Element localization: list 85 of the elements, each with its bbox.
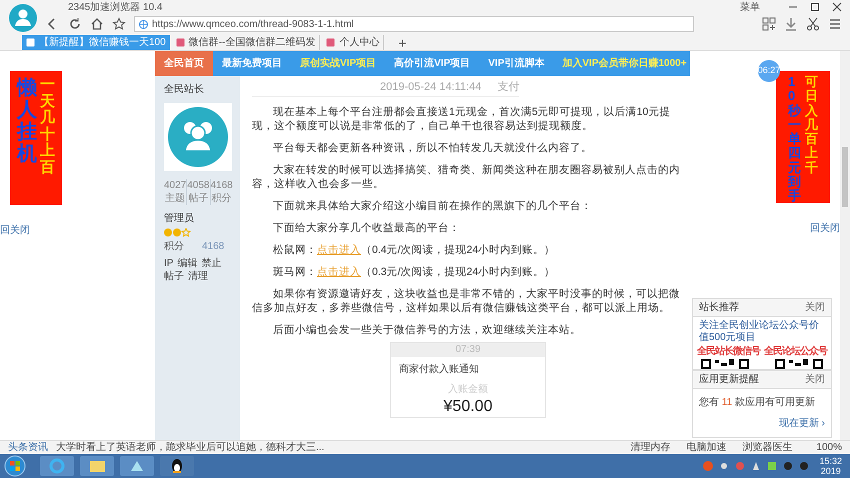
update-text: 您有 11 款应用有可用更新	[698, 396, 816, 410]
start-orb-icon	[4, 455, 26, 478]
page-icon	[176, 38, 185, 47]
browser-tab[interactable]: 【新提醒】微信赚钱一天100	[22, 35, 170, 50]
tray-app-icon	[767, 461, 778, 472]
stat-value: 4027	[164, 179, 186, 192]
status-tool[interactable]: 电脑加速	[686, 440, 726, 456]
widget-title: 应用更新提醒	[699, 372, 759, 388]
close-link[interactable]: 回关闭	[0, 223, 155, 238]
tray-app-icon	[735, 461, 746, 472]
browser-logo-icon	[8, 3, 38, 33]
widget-text: 关注全民创业论坛公众号价值500元项目	[698, 318, 820, 344]
address-bar[interactable]: https://www.qmceo.com/thread-9083-1-1.html	[134, 16, 694, 32]
ad-text: 一天几十上百	[40, 77, 55, 178]
folder-icon	[80, 456, 114, 476]
amount-value: ¥50.00	[444, 397, 492, 417]
user-group: 管理员	[164, 211, 231, 226]
admin-action-link[interactable]: 清理	[188, 270, 208, 283]
download-icon	[784, 17, 798, 31]
reload-icon	[68, 17, 82, 31]
tray-dot-icon	[719, 461, 730, 472]
close-link[interactable]: 关闭	[805, 372, 825, 388]
scissors-icon	[806, 17, 820, 31]
post-meta: 支付	[497, 80, 520, 94]
news-link[interactable]: 大学时看上了英语老师，跪求毕业后可以追她，德科才大三...	[56, 440, 324, 456]
nav-item[interactable]: 最新免费项目	[213, 51, 291, 76]
nav-item[interactable]: 高价引流VIP项目	[385, 51, 480, 76]
clock-badge: 06:27	[758, 60, 780, 82]
admin-action-link[interactable]: 禁止	[201, 257, 222, 270]
star-icon	[112, 17, 126, 31]
paragraph: 后面小编也会发一些关于微信养号的方法，欢迎继续关注本站。	[272, 323, 582, 337]
points-value: 4168	[202, 240, 224, 254]
paragraph: 斑马网：点击进入（0.3元/次阅读，提现24小时内到账。）	[272, 265, 556, 279]
app-grid-icon	[762, 17, 776, 31]
home-icon	[90, 17, 104, 31]
notification-title: 商家付款入账通知	[399, 363, 480, 377]
menu-button[interactable]: 菜单	[740, 0, 760, 14]
user-name: 全民站长	[164, 82, 205, 97]
paragraph: 现在基本上每个平台注册都会直接送1元现金，首次满5元即可提现，以后满10元提现，这个额度可以说是非常低的了，自己单干也很容易达到提现额度。	[252, 105, 672, 133]
admin-action-link[interactable]: 帖子	[164, 270, 184, 283]
window-maximize-icon	[810, 2, 820, 12]
ad-text: 10秒一单四元到手	[788, 75, 801, 203]
qr-label: 全民站长微信号	[697, 344, 760, 360]
ad-text: 可日入几百上千	[805, 75, 818, 177]
scrollbar-thumb[interactable]	[842, 147, 848, 207]
paragraph: 平台每天都会更新各种资讯，所以不怕转发几天就没什么内容了。	[272, 141, 593, 155]
paragraph: 松鼠网：点击进入（0.4元/次阅读，提现24小时内到账。）	[272, 243, 556, 257]
news-label[interactable]: 头条资讯	[8, 440, 48, 456]
admin-action-link[interactable]: 编辑	[177, 257, 198, 270]
globe-icon	[139, 20, 148, 28]
status-tool[interactable]: 浏览器医生	[742, 440, 792, 456]
page-icon	[26, 38, 35, 47]
points-label: 积分	[164, 240, 184, 254]
menu-icon	[828, 17, 842, 31]
stat-value: 4168	[210, 179, 233, 192]
rank-icon	[164, 228, 191, 237]
paragraph: 下面给大家分享几个收益最高的平台：	[272, 221, 461, 235]
paragraph: 大家在转发的时候可以选择搞笑、猎奇类、新闻类这种在朋友圈容易被别人点击的内容，这样收入也会多一些。	[252, 163, 681, 191]
url-text: https://www.qmceo.com/thread-9083-1-1.html	[152, 18, 354, 32]
paragraph: 下面就来具体给大家介绍这小编目前在操作的黑旗下的几个平台：	[272, 199, 593, 213]
window-title: 2345加速浏览器 10.4	[68, 0, 162, 14]
paragraph: 如果你有资源邀请好友，这块收益也是非常不错的，大家平时没事的时候，可以把微信多加点好友，多养些微信号，这样如果以后有微信赚钱这类平台，都可以派上用场。	[252, 287, 681, 315]
clock-time: 15:32	[819, 456, 842, 466]
update-link[interactable]: 现在更新 ›	[772, 410, 831, 438]
nav-item[interactable]: VIP引流脚本	[479, 51, 554, 76]
close-link[interactable]: 回关闭	[810, 221, 840, 236]
widget-title: 站长推荐	[699, 300, 739, 316]
scrollbar[interactable]	[840, 51, 850, 440]
stat-label: 帖子	[188, 192, 208, 205]
admin-action-link[interactable]: IP	[164, 257, 174, 270]
nav-item[interactable]: 全民首页	[155, 51, 213, 76]
new-tab-button[interactable]: +	[398, 36, 407, 50]
zoom-level[interactable]: 100%	[816, 440, 842, 456]
post-date: 2019-05-24 14:11:44	[380, 80, 482, 94]
close-icon	[832, 2, 842, 12]
qr-label: 全民论坛公众号	[764, 344, 827, 360]
clock-date: 2019	[820, 466, 841, 476]
stat-value: 4058	[187, 179, 210, 192]
status-tool[interactable]: 清理内存	[630, 440, 670, 456]
ad-text: 懒人挂机	[17, 77, 37, 167]
app-icon	[120, 456, 154, 476]
page-icon	[326, 38, 336, 47]
stat-label: 积分	[212, 192, 232, 205]
close-link[interactable]: 关闭	[805, 300, 825, 316]
stat-label: 主题	[165, 192, 186, 205]
